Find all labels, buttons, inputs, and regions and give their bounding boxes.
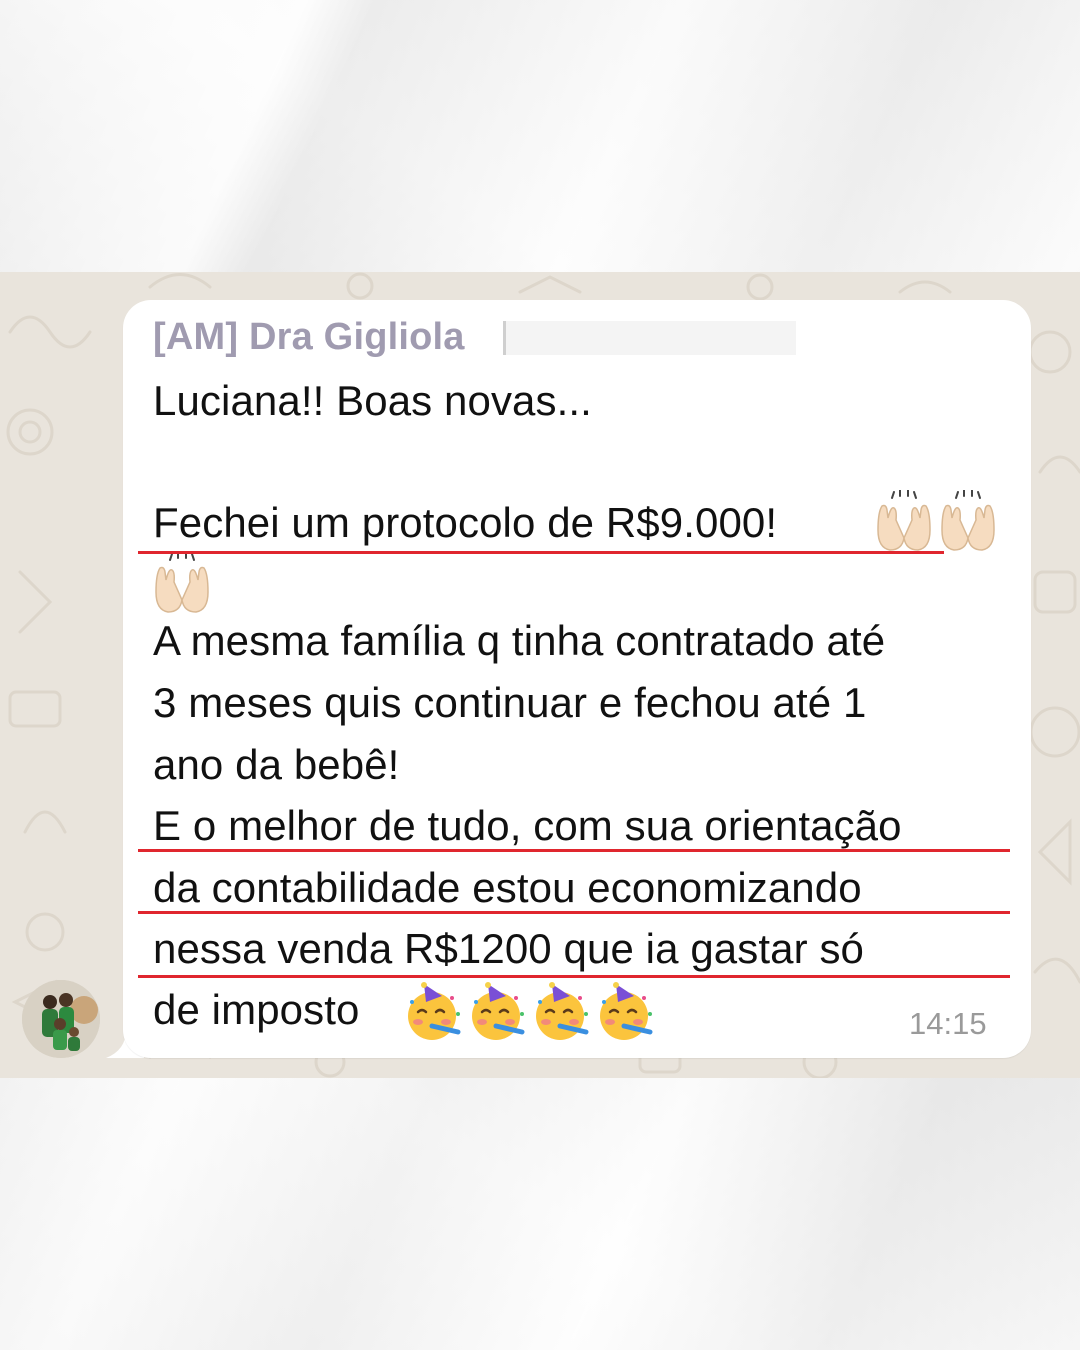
message-line-9: de imposto — [153, 986, 360, 1033]
highlight-underline — [138, 551, 944, 554]
sender-avatar[interactable] — [22, 980, 100, 1058]
partying-face-icon — [408, 982, 461, 1040]
message-line-2: Fechei um protocolo de R$9.000! — [153, 499, 778, 546]
raising-hands-icon — [155, 552, 209, 613]
message-line-8: nessa venda R$1200 que ia gastar só — [153, 925, 864, 972]
message-line-7: da contabilidade estou economizando — [153, 864, 862, 911]
partying-face-icon — [472, 982, 525, 1040]
message-line-6: E o melhor de tudo, com sua orientação — [153, 802, 902, 849]
redacted-surname — [503, 321, 796, 355]
message-line-3: A mesma família q tinha contratado até — [153, 617, 886, 664]
highlight-underline — [138, 975, 1010, 978]
sender-name[interactable]: [AM] Dra Gigliola — [153, 316, 465, 359]
message-line-4: 3 meses quis continuar e fechou até 1 — [153, 679, 867, 726]
raising-hands-icon — [877, 490, 931, 551]
partying-face-icon — [536, 982, 589, 1040]
message-line-5: ano da bebê! — [153, 741, 400, 788]
raising-hands-icon — [941, 490, 995, 551]
highlight-underline — [138, 849, 1010, 852]
partying-face-icon — [600, 982, 653, 1040]
message-line-1: Luciana!! Boas novas... — [153, 377, 592, 424]
message-timestamp: 14:15 — [909, 1006, 987, 1041]
highlight-underline — [138, 911, 1010, 914]
